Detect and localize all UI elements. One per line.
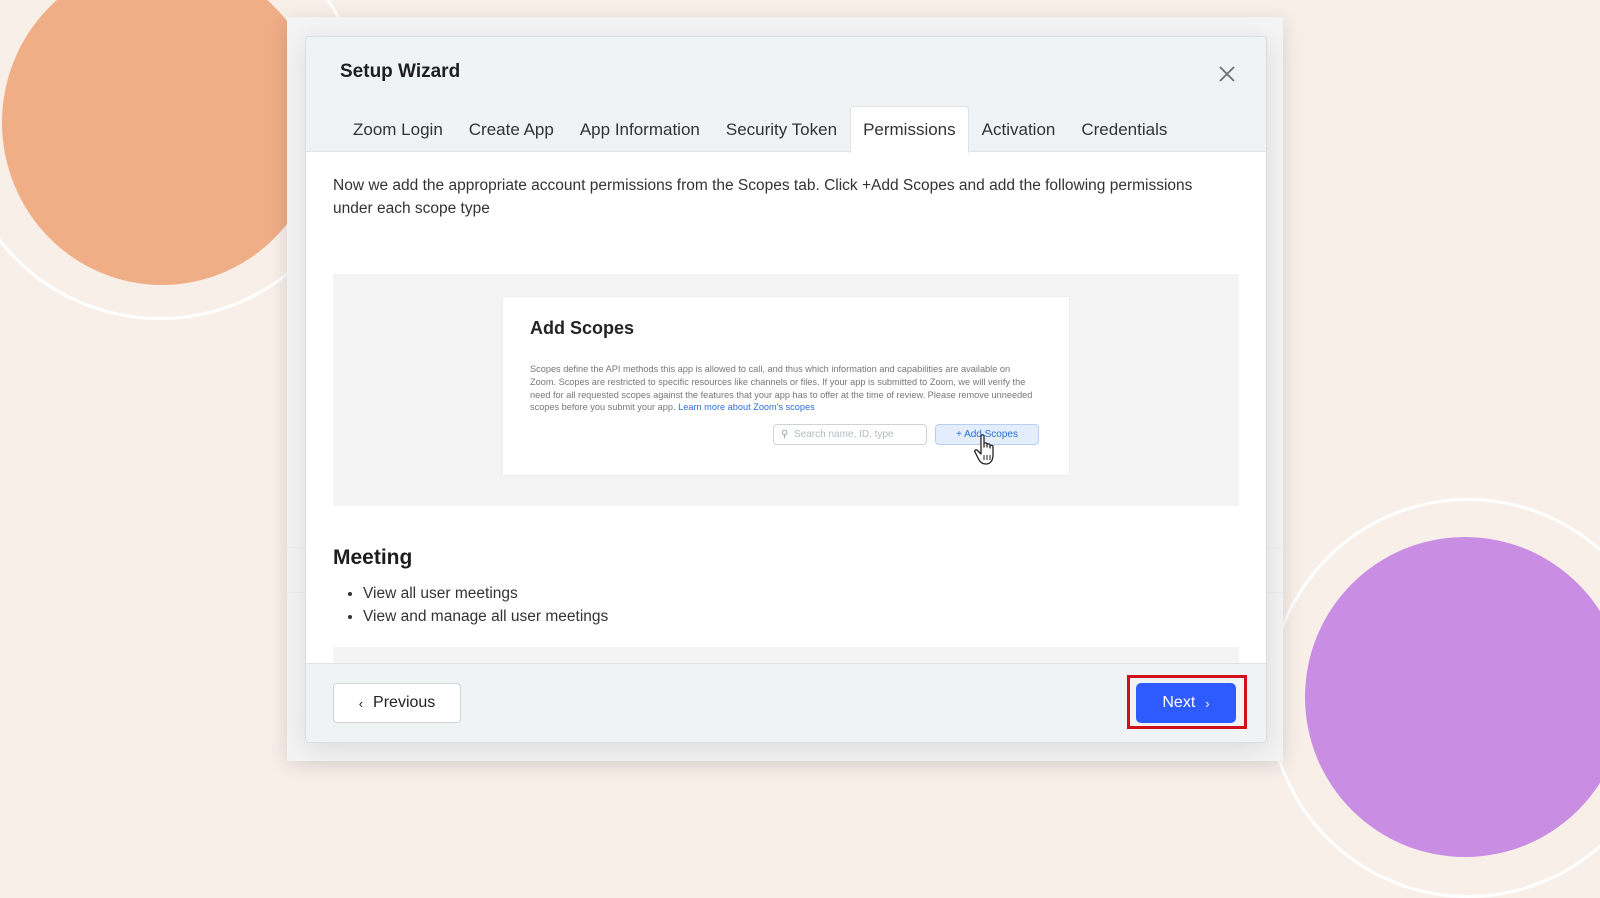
modal-body: Now we add the appropriate account permi… — [333, 152, 1239, 677]
wizard-tabs: Zoom Login Create App App Information Se… — [340, 106, 1180, 153]
screenshot-title: Add Scopes — [530, 318, 635, 338]
permission-list: View all user meetings View and manage a… — [333, 582, 608, 628]
tab-activation[interactable]: Activation — [969, 106, 1069, 152]
setup-wizard-modal: Setup Wizard Zoom Login Create App App I… — [305, 36, 1267, 743]
tab-permissions[interactable]: Permissions — [850, 106, 969, 153]
modal-title: Setup Wizard — [340, 61, 461, 82]
previous-button[interactable]: ‹ Previous — [333, 683, 461, 723]
tab-zoom-login[interactable]: Zoom Login — [340, 106, 456, 152]
tab-create-app[interactable]: Create App — [456, 106, 567, 152]
section-heading-meeting: Meeting — [333, 546, 413, 569]
list-item: View and manage all user meetings — [363, 605, 608, 628]
screenshot-search-placeholder: Search name, ID, type — [794, 429, 894, 440]
intro-text: Now we add the appropriate account permi… — [333, 177, 1193, 217]
tab-app-information[interactable]: App Information — [567, 106, 713, 152]
previous-label: Previous — [373, 694, 436, 711]
modal-header: Setup Wizard Zoom Login Create App App I… — [306, 37, 1266, 153]
add-scopes-screenshot: Add Scopes Scopes define the API methods… — [333, 274, 1239, 506]
screenshot-description: Scopes define the API methods this app i… — [530, 363, 1035, 414]
modal-footer: ‹ Previous Next › — [306, 663, 1266, 742]
close-icon — [1219, 66, 1235, 82]
screenshot-search-field: ⚲ Search name, ID, type — [773, 424, 927, 445]
screenshot-learn-more-link: Learn more about Zoom's scopes — [678, 402, 815, 413]
tab-credentials[interactable]: Credentials — [1068, 106, 1180, 152]
search-icon: ⚲ — [781, 429, 789, 440]
tab-security-token[interactable]: Security Token — [713, 106, 850, 152]
list-item: View all user meetings — [363, 582, 608, 605]
screenshot-card: Add Scopes Scopes define the API methods… — [503, 297, 1069, 475]
next-button-highlight — [1127, 675, 1247, 729]
close-button[interactable] — [1214, 61, 1240, 87]
hand-cursor-icon — [974, 434, 994, 465]
chevron-left-icon: ‹ — [358, 695, 364, 711]
